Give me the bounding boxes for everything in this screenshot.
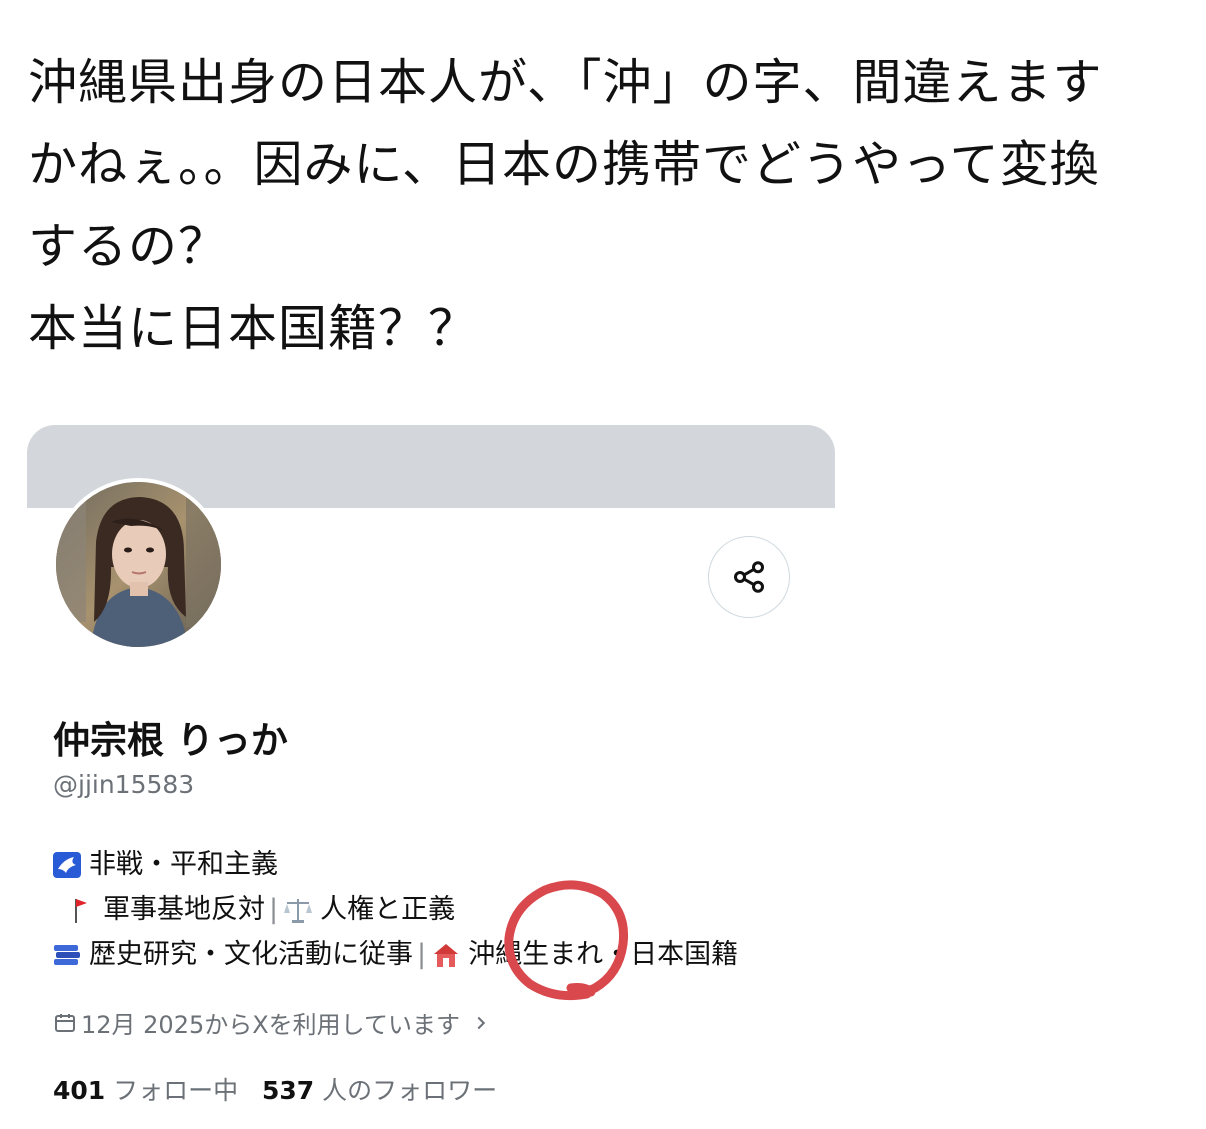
bio-line: 軍事基地反対 | 人権と正義 bbox=[51, 887, 841, 932]
bio-line: 非戦・平和主義 bbox=[51, 842, 841, 887]
bio-text: 軍事基地反対 bbox=[103, 894, 265, 925]
calendar-icon bbox=[55, 1013, 75, 1032]
followers-label: 人のフォロワー bbox=[322, 1076, 498, 1105]
post-text-line: 本当に日本国籍？？ bbox=[28, 300, 479, 357]
post-text-line: かねぇ。。因みに、日本の携帯でどうやって変換 bbox=[28, 136, 1100, 193]
post-text-line: するの？ bbox=[28, 218, 229, 275]
joined-date: 12月 2025からXを利用しています bbox=[53, 1005, 492, 1040]
bio-text: 歴史研究・文化活動に従事 bbox=[89, 939, 413, 970]
house-icon bbox=[430, 940, 462, 970]
books-icon bbox=[51, 940, 83, 970]
dove-icon bbox=[51, 850, 83, 880]
avatar-photo bbox=[56, 482, 221, 647]
profile-handle: @jjin15583 bbox=[53, 770, 195, 799]
share-icon bbox=[734, 561, 764, 593]
post-text: 沖縄県出身の日本人が、「沖」の字、間違えます かねぇ。。因みに、日本の携帯でどう… bbox=[28, 42, 1178, 370]
red-flag-icon bbox=[65, 895, 97, 925]
follow-stats: 401 フォロー中 537 人のフォロワー bbox=[53, 1071, 497, 1107]
bio-text: 非戦・平和主義 bbox=[89, 849, 278, 880]
joined-text: 12月 2025からXを利用しています bbox=[81, 1011, 460, 1039]
following-count: 401 bbox=[53, 1076, 106, 1105]
followers-count: 537 bbox=[262, 1076, 315, 1105]
following-label: フォロー中 bbox=[113, 1076, 239, 1105]
bio-line: 歴史研究・文化活動に従事 | 沖縄生まれ・日本国籍 bbox=[51, 932, 841, 977]
avatar[interactable] bbox=[52, 478, 225, 651]
bio-separator: | bbox=[417, 939, 427, 970]
bio-separator: | bbox=[269, 894, 279, 925]
followers-link[interactable]: 537 人のフォロワー bbox=[262, 1076, 497, 1105]
chevron-right-icon[interactable] bbox=[470, 1012, 492, 1034]
profile-display-name: 仲宗根 りっか bbox=[53, 719, 288, 762]
post-text-line: 沖縄県出身の日本人が、「沖」の字、間違えます bbox=[28, 54, 1103, 111]
following-link[interactable]: 401 フォロー中 bbox=[53, 1076, 238, 1105]
profile-bio: 非戦・平和主義 軍事基地反対 | 人権と正義 歴史研究・文化活動に従事 | 沖縄… bbox=[51, 842, 841, 977]
profile-card: 仲宗根 りっか @jjin15583 非戦・平和主義 軍事基地反対 | 人権と正… bbox=[27, 425, 835, 1125]
bio-text: 人権と正義 bbox=[320, 894, 456, 925]
bio-text: 沖縄生まれ・日本国籍 bbox=[468, 939, 739, 970]
share-button[interactable] bbox=[708, 536, 790, 618]
balance-scale-icon bbox=[282, 895, 314, 925]
